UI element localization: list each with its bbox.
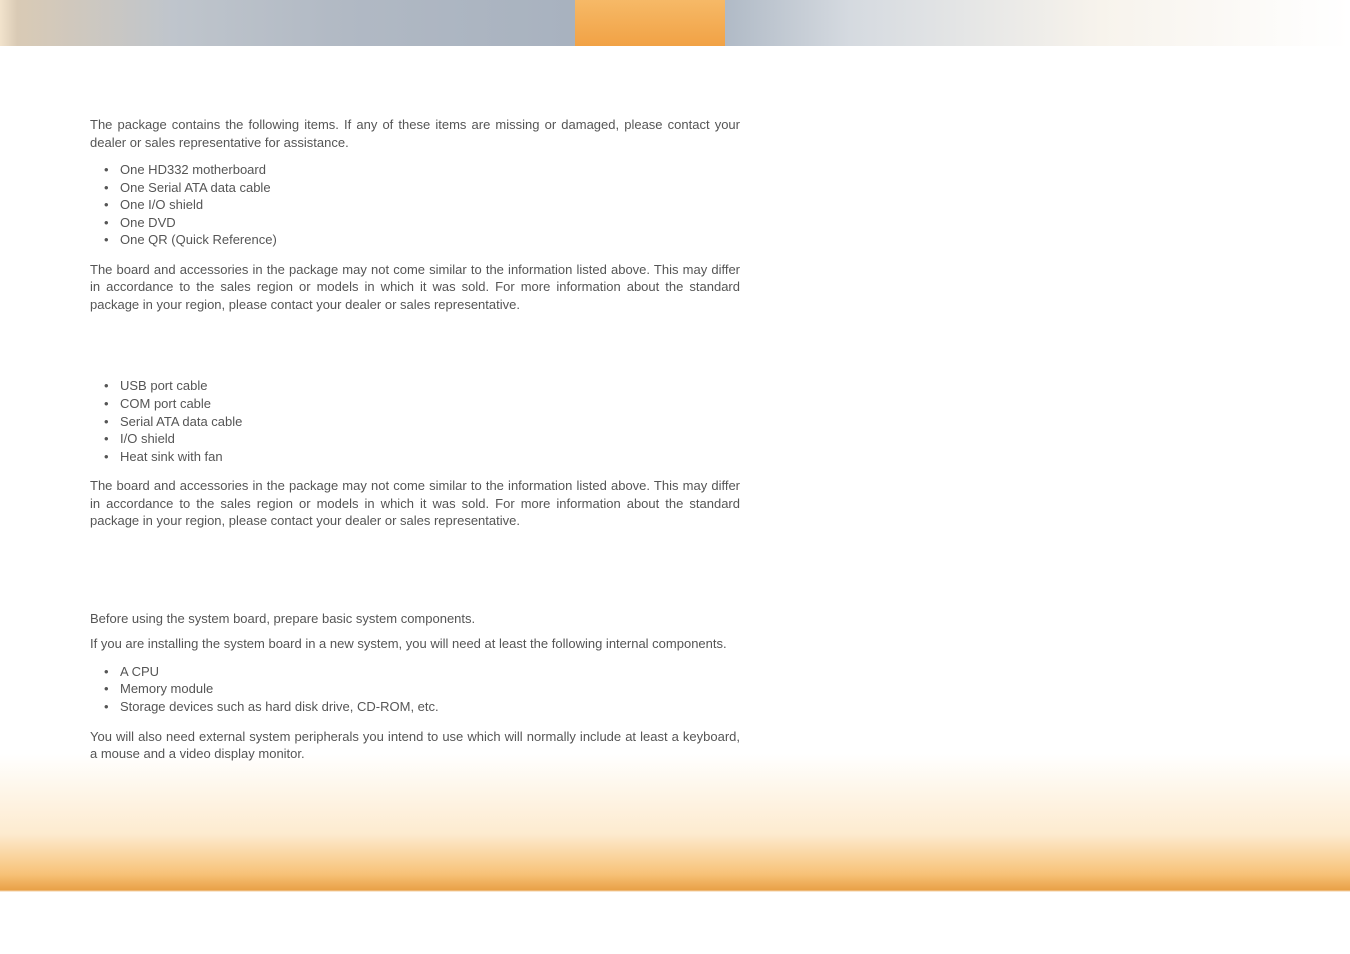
accessories-items-list: USB port cable COM port cable Serial ATA…	[90, 377, 740, 465]
header-active-tab	[575, 0, 725, 46]
header-bar	[0, 0, 1350, 46]
list-item: USB port cable	[104, 377, 740, 395]
list-item: One QR (Quick Reference)	[104, 231, 740, 249]
accessories-disclaimer-paragraph: The board and accessories in the package…	[90, 477, 740, 530]
header-right-block	[725, 0, 1350, 46]
list-item: Serial ATA data cable	[104, 413, 740, 431]
list-item: I/O shield	[104, 430, 740, 448]
list-item: Storage devices such as hard disk drive,…	[104, 698, 740, 716]
list-item: COM port cable	[104, 395, 740, 413]
components-list: A CPU Memory module Storage devices such…	[90, 663, 740, 716]
list-item: One HD332 motherboard	[104, 161, 740, 179]
footer-gradient	[0, 754, 1350, 954]
list-item: One DVD	[104, 214, 740, 232]
package-disclaimer-paragraph: The board and accessories in the package…	[90, 261, 740, 314]
before-use-paragraph: Before using the system board, prepare b…	[90, 610, 740, 628]
page-content: The package contains the following items…	[0, 46, 830, 763]
list-item: Memory module	[104, 680, 740, 698]
list-item: One I/O shield	[104, 196, 740, 214]
list-item: A CPU	[104, 663, 740, 681]
list-item: One Serial ATA data cable	[104, 179, 740, 197]
header-left-block	[0, 0, 575, 46]
peripherals-paragraph: You will also need external system perip…	[90, 728, 740, 763]
package-items-list: One HD332 motherboard One Serial ATA dat…	[90, 161, 740, 249]
list-item: Heat sink with fan	[104, 448, 740, 466]
components-needed-paragraph: If you are installing the system board i…	[90, 635, 740, 653]
package-intro-paragraph: The package contains the following items…	[90, 116, 740, 151]
